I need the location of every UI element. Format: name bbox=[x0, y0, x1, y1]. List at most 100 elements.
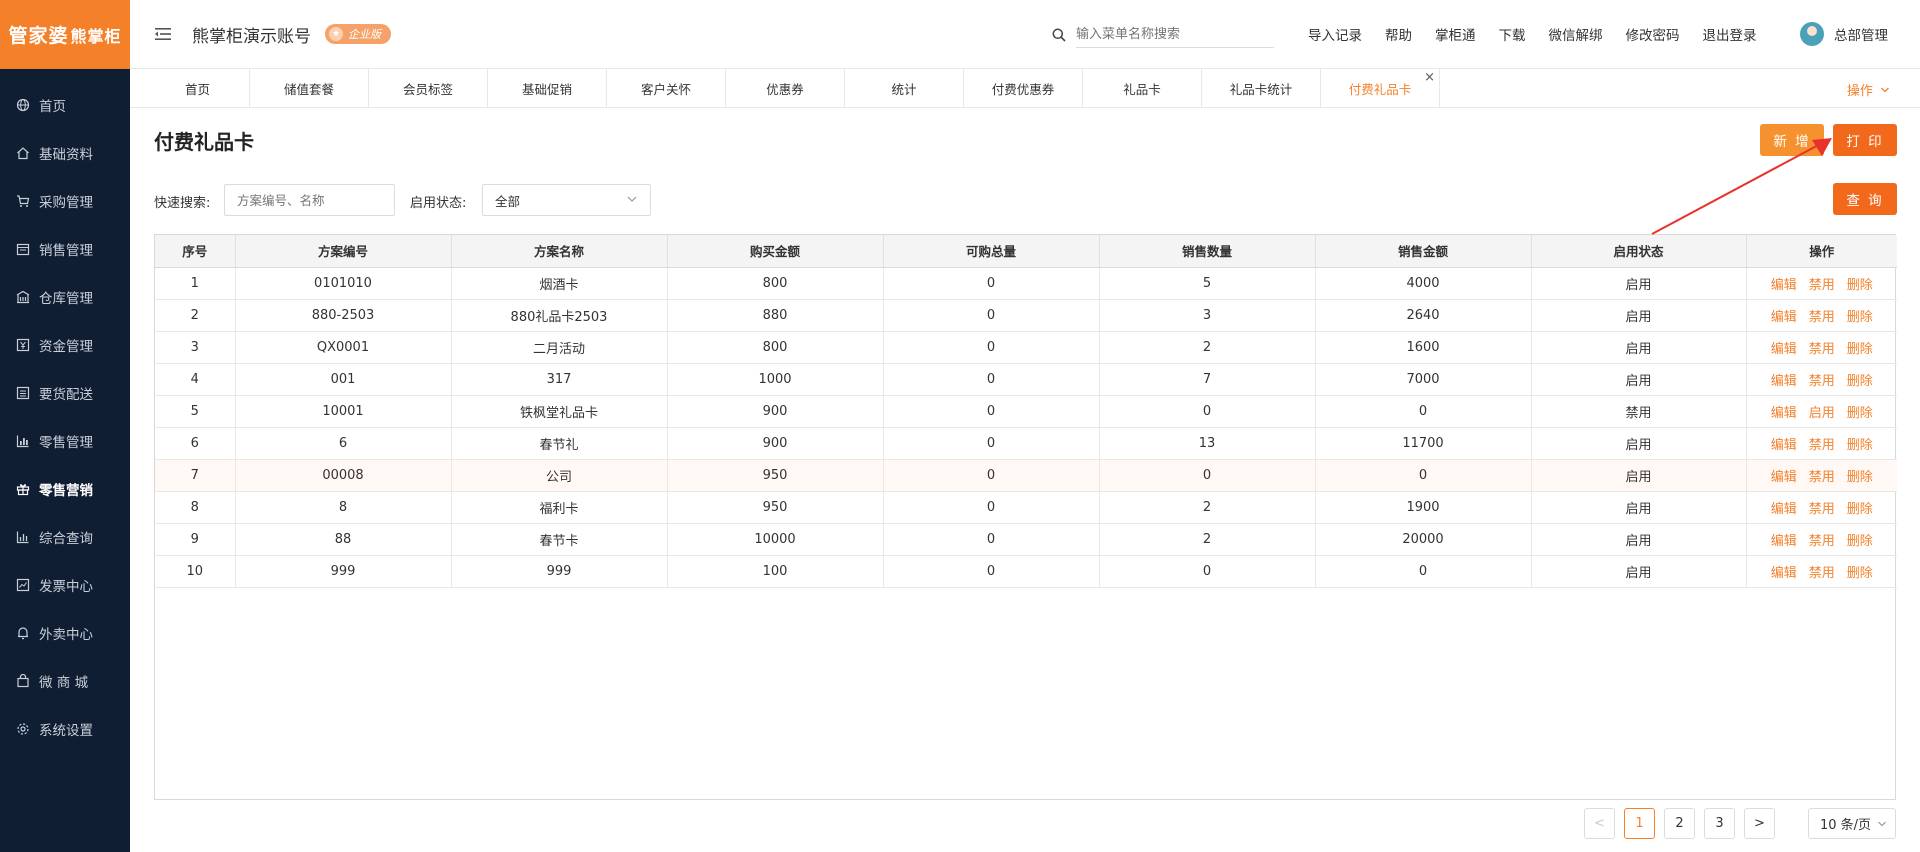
delete-button[interactable]: 删除 bbox=[1847, 406, 1873, 421]
delete-button[interactable]: 删除 bbox=[1847, 502, 1873, 517]
sidebar-item-1[interactable]: 基础资料 bbox=[0, 129, 130, 177]
sidebar-item-12[interactable]: 微 商 城 bbox=[0, 657, 130, 705]
tab-0[interactable]: 首页 bbox=[146, 69, 250, 107]
query-button[interactable]: 查 询 bbox=[1833, 183, 1897, 215]
search-icon[interactable] bbox=[1052, 28, 1066, 42]
next-page-button[interactable]: > bbox=[1744, 808, 1775, 839]
page-button-1[interactable]: 1 bbox=[1624, 808, 1655, 839]
toggle-status-button[interactable]: 禁用 bbox=[1809, 278, 1835, 293]
page-button-2[interactable]: 2 bbox=[1664, 808, 1695, 839]
tab-6[interactable]: 统计 bbox=[845, 69, 964, 107]
user-menu[interactable]: 总部管理 bbox=[1800, 22, 1888, 46]
table-row[interactable]: 3 QX0001 二月活动 800 0 2 1600 启用 编辑 禁用 删除 bbox=[155, 331, 1897, 364]
table-cell: 启用 bbox=[1531, 363, 1747, 396]
close-icon[interactable]: × bbox=[1424, 70, 1435, 85]
table-row[interactable]: 9 88 春节卡 10000 0 2 20000 启用 编辑 禁用 删除 bbox=[155, 523, 1897, 556]
edit-button[interactable]: 编辑 bbox=[1771, 534, 1797, 549]
table-cell: 0 bbox=[883, 299, 1100, 332]
tab-2[interactable]: 会员标签 bbox=[369, 69, 488, 107]
sidebar-item-9[interactable]: 综合查询 bbox=[0, 513, 130, 561]
header-link-1[interactable]: 帮助 bbox=[1385, 24, 1412, 44]
tab-operations-label[interactable]: 操作 bbox=[1847, 84, 1873, 99]
delete-button[interactable]: 删除 bbox=[1847, 438, 1873, 453]
table-row[interactable]: 8 8 福利卡 950 0 2 1900 启用 编辑 禁用 删除 bbox=[155, 491, 1897, 524]
tab-9[interactable]: 礼品卡统计 bbox=[1202, 69, 1321, 107]
tab-8[interactable]: 礼品卡 bbox=[1083, 69, 1202, 107]
tab-3[interactable]: 基础促销 bbox=[488, 69, 607, 107]
header-link-0[interactable]: 导入记录 bbox=[1308, 24, 1362, 44]
print-button[interactable]: 打 印 bbox=[1833, 124, 1897, 156]
toggle-status-button[interactable]: 启用 bbox=[1809, 406, 1835, 421]
edit-button[interactable]: 编辑 bbox=[1771, 438, 1797, 453]
header-link-4[interactable]: 微信解绑 bbox=[1549, 24, 1603, 44]
menu-search-input[interactable] bbox=[1076, 22, 1274, 48]
toggle-status-button[interactable]: 禁用 bbox=[1809, 310, 1835, 325]
edit-button[interactable]: 编辑 bbox=[1771, 310, 1797, 325]
sidebar-item-11[interactable]: 外卖中心 bbox=[0, 609, 130, 657]
tab-5[interactable]: 优惠券 bbox=[726, 69, 845, 107]
edit-button[interactable]: 编辑 bbox=[1771, 470, 1797, 485]
edit-button[interactable]: 编辑 bbox=[1771, 342, 1797, 357]
table-row[interactable]: 7 00008 公司 950 0 0 0 启用 编辑 禁用 删除 bbox=[155, 459, 1897, 492]
toggle-status-button[interactable]: 禁用 bbox=[1809, 342, 1835, 357]
sidebar-item-13[interactable]: 系统设置 bbox=[0, 705, 130, 753]
delete-button[interactable]: 删除 bbox=[1847, 342, 1873, 357]
page-button-3[interactable]: 3 bbox=[1704, 808, 1735, 839]
row-actions: 编辑 禁用 删除 bbox=[1746, 555, 1897, 588]
table-row[interactable]: 10 999 999 100 0 0 0 启用 编辑 禁用 删除 bbox=[155, 555, 1897, 588]
header-link-6[interactable]: 退出登录 bbox=[1703, 24, 1757, 44]
status-select[interactable]: 全部 bbox=[482, 184, 651, 216]
edit-button[interactable]: 编辑 bbox=[1771, 278, 1797, 293]
tab-7[interactable]: 付费优惠券 bbox=[964, 69, 1083, 107]
avatar[interactable] bbox=[1800, 22, 1824, 46]
user-name[interactable]: 总部管理 bbox=[1834, 24, 1888, 44]
delete-button[interactable]: 删除 bbox=[1847, 278, 1873, 293]
table-cell: 1 bbox=[155, 267, 236, 300]
toggle-status-button[interactable]: 禁用 bbox=[1809, 438, 1835, 453]
edit-button[interactable]: 编辑 bbox=[1771, 566, 1797, 581]
tab-operations-menu[interactable]: 操作 bbox=[1847, 80, 1890, 99]
header-link-2[interactable]: 掌柜通 bbox=[1435, 24, 1476, 44]
toggle-status-button[interactable]: 禁用 bbox=[1809, 566, 1835, 581]
toggle-status-button[interactable]: 禁用 bbox=[1809, 534, 1835, 549]
edit-button[interactable]: 编辑 bbox=[1771, 406, 1797, 421]
delete-button[interactable]: 删除 bbox=[1847, 534, 1873, 549]
sidebar-item-7[interactable]: 零售管理 bbox=[0, 417, 130, 465]
new-button[interactable]: 新 增 bbox=[1760, 124, 1824, 156]
sidebar-item-8[interactable]: 零售营销 bbox=[0, 465, 130, 513]
sidebar-item-3[interactable]: 销售管理 bbox=[0, 225, 130, 273]
tab-1[interactable]: 储值套餐 bbox=[250, 69, 369, 107]
table-cell: 1900 bbox=[1315, 491, 1532, 524]
sidebar-item-2[interactable]: 采购管理 bbox=[0, 177, 130, 225]
brand-logo[interactable]: 管家婆 熊掌柜 bbox=[0, 0, 130, 69]
prev-page-button[interactable]: < bbox=[1584, 808, 1615, 839]
tab-4[interactable]: 客户关怀 bbox=[607, 69, 726, 107]
table-row[interactable]: 5 10001 铁枫堂礼品卡 900 0 0 0 禁用 编辑 启用 删除 bbox=[155, 395, 1897, 428]
header-link-3[interactable]: 下载 bbox=[1499, 24, 1526, 44]
table-cell: 6 bbox=[155, 427, 236, 460]
table-cell: 4000 bbox=[1315, 267, 1532, 300]
toggle-status-button[interactable]: 禁用 bbox=[1809, 374, 1835, 389]
delete-button[interactable]: 删除 bbox=[1847, 470, 1873, 485]
sidebar-item-6[interactable]: 要货配送 bbox=[0, 369, 130, 417]
tab-10[interactable]: 付费礼品卡 × bbox=[1321, 69, 1440, 107]
toggle-status-button[interactable]: 禁用 bbox=[1809, 502, 1835, 517]
table-row[interactable]: 6 6 春节礼 900 0 13 11700 启用 编辑 禁用 删除 bbox=[155, 427, 1897, 460]
delete-button[interactable]: 删除 bbox=[1847, 566, 1873, 581]
toggle-status-button[interactable]: 禁用 bbox=[1809, 470, 1835, 485]
table-row[interactable]: 2 880-2503 880礼品卡2503 880 0 3 2640 启用 编辑 禁用 删除 bbox=[155, 299, 1897, 332]
menu-toggle-icon[interactable] bbox=[154, 25, 172, 43]
delete-button[interactable]: 删除 bbox=[1847, 374, 1873, 389]
sidebar-item-5[interactable]: 资金管理 bbox=[0, 321, 130, 369]
sidebar-item-10[interactable]: 发票中心 bbox=[0, 561, 130, 609]
edit-button[interactable]: 编辑 bbox=[1771, 374, 1797, 389]
sidebar-item-4[interactable]: 仓库管理 bbox=[0, 273, 130, 321]
delete-button[interactable]: 删除 bbox=[1847, 310, 1873, 325]
edit-button[interactable]: 编辑 bbox=[1771, 502, 1797, 517]
quick-search-input[interactable] bbox=[224, 184, 395, 216]
table-row[interactable]: 1 0101010 烟酒卡 800 0 5 4000 启用 编辑 禁用 删除 bbox=[155, 267, 1897, 300]
header-link-5[interactable]: 修改密码 bbox=[1626, 24, 1680, 44]
sidebar-item-0[interactable]: 首页 bbox=[0, 81, 130, 129]
page-size-select[interactable]: 10 条/页 bbox=[1808, 808, 1896, 839]
table-row[interactable]: 4 001 317 1000 0 7 7000 启用 编辑 禁用 删除 bbox=[155, 363, 1897, 396]
